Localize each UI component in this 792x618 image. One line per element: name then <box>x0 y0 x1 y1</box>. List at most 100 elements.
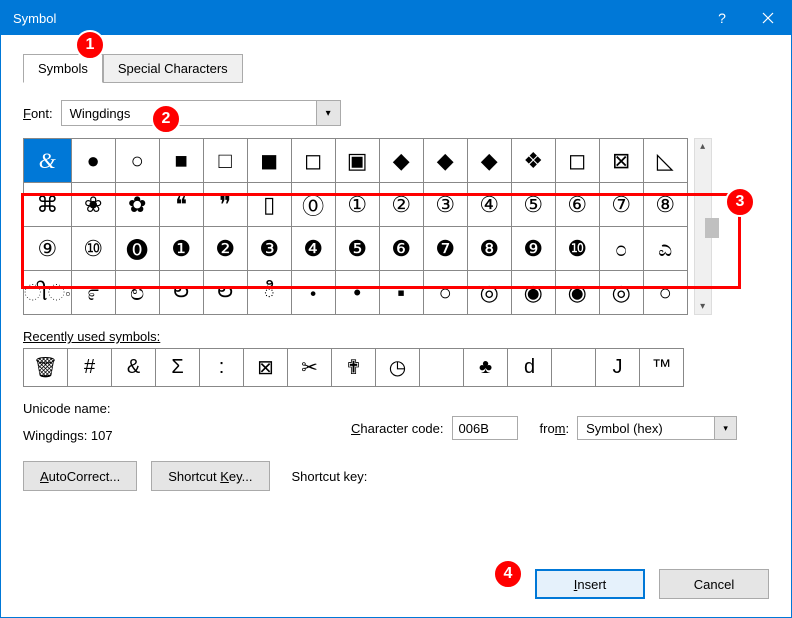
tab-special-characters[interactable]: Special Characters <box>103 54 243 83</box>
recent-symbol-cell[interactable]: ◷ <box>376 349 420 387</box>
symbol-cell[interactable]: ಲ <box>115 271 159 315</box>
symbol-cell[interactable]: ❸ <box>247 227 291 271</box>
symbol-cell[interactable]: ೯ <box>71 271 115 315</box>
symbol-cell[interactable]: ▪ <box>379 271 423 315</box>
symbol-cell[interactable]: ■ <box>159 139 203 183</box>
dialog-content: Symbols Special Characters Font: Wingdin… <box>1 35 791 509</box>
symbol-cell[interactable]: • <box>335 271 379 315</box>
symbol-cell[interactable]: ❺ <box>335 227 379 271</box>
info-row: Unicode name: Wingdings: 107 Character c… <box>23 401 769 455</box>
symbol-cell[interactable]: ✿ <box>115 183 159 227</box>
symbol-cell[interactable]: ◻ <box>555 139 599 183</box>
symbol-cell[interactable]: ⑩ <box>71 227 115 271</box>
recent-symbol-cell[interactable]: J <box>596 349 640 387</box>
recent-symbol-cell[interactable]: : <box>200 349 244 387</box>
symbol-cell[interactable]: ⑨ <box>24 227 72 271</box>
symbol-cell[interactable]: ❖ <box>511 139 555 183</box>
symbol-cell[interactable]: ◎ <box>467 271 511 315</box>
symbol-cell[interactable]: ⓪ <box>291 183 335 227</box>
grid-scrollbar[interactable]: ▴ ▾ <box>694 138 712 315</box>
symbol-cell[interactable]: ❞ <box>203 183 247 227</box>
symbol-cell[interactable]: ④ <box>467 183 511 227</box>
font-select[interactable]: Wingdings ▾ <box>61 100 341 126</box>
symbol-cell[interactable]: ⓿ <box>115 227 159 271</box>
tab-special-label: Special Characters <box>118 61 228 76</box>
symbol-cell[interactable]: ಎ <box>643 227 687 271</box>
symbol-cell[interactable]: ◉ <box>511 271 555 315</box>
symbol-cell[interactable]: ▯ <box>247 183 291 227</box>
help-button[interactable]: ? <box>699 1 745 35</box>
symbol-cell[interactable]: ○ <box>643 271 687 315</box>
symbol-cell[interactable]: ◆ <box>379 139 423 183</box>
symbol-cell[interactable]: ల <box>159 271 203 315</box>
symbol-cell[interactable]: ⑥ <box>555 183 599 227</box>
symbol-cell[interactable]: ❀ <box>71 183 115 227</box>
char-code-input[interactable]: 006B <box>452 416 518 440</box>
insert-button[interactable]: Insert <box>535 569 645 599</box>
symbol-cell[interactable]: ❾ <box>511 227 555 271</box>
symbol-cell[interactable]: ❶ <box>159 227 203 271</box>
scroll-up-icon: ▴ <box>700 141 705 152</box>
symbol-cell[interactable]: ● <box>71 139 115 183</box>
font-row: Font: Wingdings ▾ <box>23 100 769 126</box>
recent-symbol-cell[interactable]: Σ <box>156 349 200 387</box>
symbol-cell[interactable]: ○ <box>115 139 159 183</box>
symbol-cell[interactable]: ② <box>379 183 423 227</box>
close-button[interactable] <box>745 1 791 35</box>
symbol-cell[interactable]: ◆ <box>423 139 467 183</box>
symbol-cell[interactable]: □ <box>203 139 247 183</box>
autocorrect-row: AutoCorrect... Shortcut Key... Shortcut … <box>23 461 769 491</box>
shortcut-key-button[interactable]: Shortcut Key... <box>151 461 269 491</box>
symbol-cell[interactable]: ❼ <box>423 227 467 271</box>
symbol-cell[interactable]: ③ <box>423 183 467 227</box>
symbol-cell[interactable]: ⌘ <box>24 183 72 227</box>
symbol-cell[interactable]: ▣ <box>335 139 379 183</box>
font-label: Font: <box>23 106 53 121</box>
recent-symbol-cell[interactable]: ♣ <box>464 349 508 387</box>
symbol-cell[interactable]: ◼ <box>247 139 291 183</box>
symbol-cell[interactable]: ❹ <box>291 227 335 271</box>
recent-grid[interactable]: 🗑#&Σ:⊠✂✟◷ ♣d J™ <box>23 348 684 387</box>
recent-symbol-cell[interactable]: ⊠ <box>244 349 288 387</box>
symbol-cell[interactable]: ೦ <box>599 227 643 271</box>
symbol-cell[interactable]: ⊠ <box>599 139 643 183</box>
symbol-cell[interactable]: ◻ <box>291 139 335 183</box>
symbol-cell[interactable]: ◆ <box>467 139 511 183</box>
recent-symbol-cell[interactable] <box>552 349 596 387</box>
tab-symbols[interactable]: Symbols <box>23 54 103 83</box>
symbol-cell[interactable]: ❝ <box>159 183 203 227</box>
recent-symbol-cell[interactable]: # <box>68 349 112 387</box>
symbol-cell[interactable]: ⑧ <box>643 183 687 227</box>
symbol-cell[interactable]: ◉ <box>555 271 599 315</box>
symbol-grid[interactable]: &●○■□◼◻▣◆◆◆❖◻⊠◺⌘❀✿❝❞▯⓪①②③④⑤⑥⑦⑧⑨⑩⓿❶❷❸❹❺❻❼… <box>23 138 688 315</box>
from-select[interactable]: Symbol (hex) ▾ <box>577 416 737 440</box>
recent-symbol-cell[interactable]: & <box>112 349 156 387</box>
recent-symbol-cell[interactable]: ✟ <box>332 349 376 387</box>
scroll-thumb[interactable] <box>705 218 719 238</box>
window-title: Symbol <box>13 11 56 26</box>
symbol-cell[interactable]: ❿ <box>555 227 599 271</box>
symbol-cell[interactable]: ి <box>247 271 291 315</box>
cancel-button[interactable]: Cancel <box>659 569 769 599</box>
symbol-cell[interactable]: ◺ <box>643 139 687 183</box>
symbol-cell[interactable]: ల <box>203 271 247 315</box>
font-value: Wingdings <box>62 106 316 121</box>
symbol-cell[interactable]: ① <box>335 183 379 227</box>
recent-symbol-cell[interactable]: ✂ <box>288 349 332 387</box>
symbol-cell[interactable]: ○ <box>423 271 467 315</box>
symbol-cell[interactable]: ❻ <box>379 227 423 271</box>
recent-symbol-cell[interactable]: ™ <box>640 349 684 387</box>
symbol-cell[interactable]: ીං <box>24 271 72 315</box>
symbol-cell[interactable]: ・ <box>291 271 335 315</box>
symbol-cell[interactable]: ❽ <box>467 227 511 271</box>
symbol-cell[interactable]: ◎ <box>599 271 643 315</box>
recent-symbol-cell[interactable]: d <box>508 349 552 387</box>
autocorrect-button[interactable]: AutoCorrect... <box>23 461 137 491</box>
symbol-cell[interactable]: & <box>24 139 72 183</box>
shortcut-key-label: Shortcut key: <box>292 469 368 484</box>
symbol-cell[interactable]: ⑤ <box>511 183 555 227</box>
symbol-cell[interactable]: ❷ <box>203 227 247 271</box>
recent-symbol-cell[interactable] <box>420 349 464 387</box>
symbol-cell[interactable]: ⑦ <box>599 183 643 227</box>
recent-symbol-cell[interactable]: 🗑 <box>24 349 68 387</box>
